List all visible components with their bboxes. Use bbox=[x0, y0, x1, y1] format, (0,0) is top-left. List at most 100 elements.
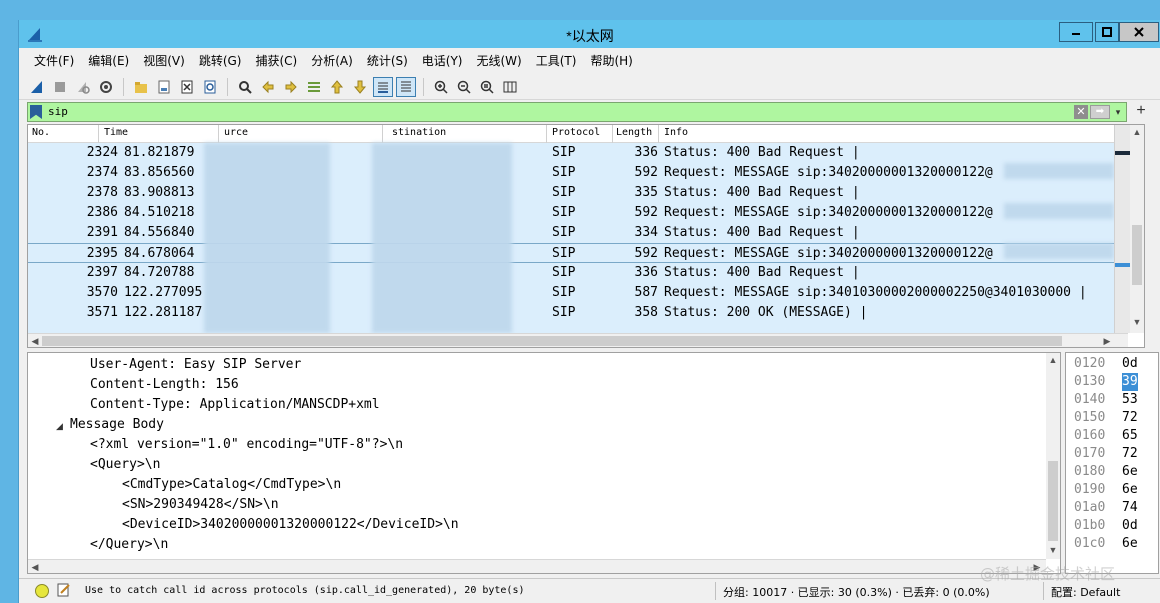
column-divider[interactable] bbox=[382, 125, 383, 143]
capture-comment-icon[interactable] bbox=[57, 583, 71, 597]
packet-row[interactable]: 2386 84.510218 SIP 592 Request: MESSAGE … bbox=[28, 203, 1114, 223]
tree-expanded-icon[interactable]: ◢ bbox=[56, 421, 63, 432]
detail-content-length[interactable]: Content-Length: 156 bbox=[90, 375, 239, 395]
close-button[interactable] bbox=[1119, 22, 1159, 42]
bytes-value[interactable]: 72 bbox=[1122, 445, 1138, 463]
detail-xml-line[interactable]: <DeviceID>34020000001320000122</DeviceID… bbox=[122, 515, 459, 535]
go-back-button[interactable] bbox=[258, 77, 278, 97]
save-file-button[interactable] bbox=[154, 77, 174, 97]
menu-help[interactable]: 帮助(H) bbox=[583, 52, 639, 69]
details-horizontal-scrollbar[interactable]: ◀ ▶ bbox=[28, 559, 1046, 573]
chevron-down-icon[interactable]: ▾ bbox=[1112, 105, 1124, 119]
bytes-value[interactable]: 0d bbox=[1122, 355, 1138, 373]
detail-xml-line[interactable]: <?xml version="1.0" encoding="UTF-8"?>\n bbox=[90, 435, 403, 455]
open-file-button[interactable] bbox=[131, 77, 151, 97]
detail-user-agent[interactable]: User-Agent: Easy SIP Server bbox=[90, 355, 301, 375]
scroll-up-icon[interactable]: ▲ bbox=[1130, 125, 1144, 139]
bytes-value[interactable]: 6e bbox=[1122, 535, 1138, 553]
minimize-button[interactable] bbox=[1059, 22, 1093, 42]
zoom-normal-button[interactable] bbox=[477, 77, 497, 97]
display-filter-bar[interactable]: sip ✕ ➡ ▾ bbox=[27, 102, 1127, 122]
profile-selector[interactable]: 配置: Default bbox=[1051, 584, 1120, 600]
packet-row[interactable]: 2374 83.856560 SIP 592 Request: MESSAGE … bbox=[28, 163, 1114, 183]
scroll-left-icon[interactable]: ◀ bbox=[28, 560, 42, 573]
packet-row[interactable]: 3570 122.277095 SIP 587 Request: MESSAGE… bbox=[28, 283, 1114, 303]
menu-edit[interactable]: 编辑(E) bbox=[81, 52, 136, 69]
colorize-button[interactable] bbox=[396, 76, 416, 97]
display-filter-input[interactable]: sip bbox=[48, 105, 68, 118]
bytes-value[interactable]: 65 bbox=[1122, 427, 1138, 445]
packet-row[interactable]: 2397 84.720788 SIP 336 Status: 400 Bad R… bbox=[28, 263, 1114, 283]
column-divider[interactable] bbox=[658, 125, 659, 143]
column-divider[interactable] bbox=[612, 125, 613, 143]
bytes-value-highlighted[interactable]: 39 bbox=[1122, 373, 1138, 391]
scroll-thumb[interactable] bbox=[42, 336, 1062, 346]
restart-capture-button[interactable] bbox=[73, 77, 93, 97]
scroll-left-icon[interactable]: ◀ bbox=[28, 334, 42, 347]
add-filter-button-plus-icon[interactable]: + bbox=[1131, 102, 1151, 122]
detail-xml-line[interactable]: </Query>\n bbox=[90, 535, 168, 555]
scroll-up-icon[interactable]: ▲ bbox=[1046, 353, 1060, 367]
bytes-value[interactable]: 53 bbox=[1122, 391, 1138, 409]
menu-go[interactable]: 跳转(G) bbox=[192, 52, 249, 69]
scroll-down-icon[interactable]: ▼ bbox=[1130, 315, 1144, 329]
packet-row[interactable]: 2378 83.908813 SIP 335 Status: 400 Bad R… bbox=[28, 183, 1114, 203]
detail-xml-line[interactable]: <Query>\n bbox=[90, 455, 160, 475]
clear-filter-icon[interactable]: ✕ bbox=[1074, 105, 1088, 119]
scroll-thumb[interactable] bbox=[1048, 461, 1058, 541]
column-header-time[interactable]: Time bbox=[104, 127, 128, 138]
menu-file[interactable]: 文件(F) bbox=[27, 52, 81, 69]
packet-row[interactable]: 2324 81.821879 SIP 336 Status: 400 Bad R… bbox=[28, 143, 1114, 163]
bytes-value[interactable]: 74 bbox=[1122, 499, 1138, 517]
column-header-no[interactable]: No. bbox=[32, 127, 50, 138]
bookmark-icon[interactable] bbox=[30, 105, 42, 119]
autoscroll-button[interactable] bbox=[373, 76, 393, 97]
stop-capture-button[interactable] bbox=[50, 77, 70, 97]
scroll-right-icon[interactable]: ▶ bbox=[1100, 334, 1114, 347]
bytes-value[interactable]: 6e bbox=[1122, 463, 1138, 481]
packet-row-selected[interactable]: 2395 84.678064 SIP 592 Request: MESSAGE … bbox=[28, 243, 1114, 263]
packet-list-vertical-scrollbar[interactable]: ▲ ▼ bbox=[1130, 125, 1144, 333]
column-header-info[interactable]: Info bbox=[664, 127, 688, 138]
details-vertical-scrollbar[interactable]: ▲ ▼ bbox=[1046, 353, 1060, 559]
first-packet-button[interactable] bbox=[327, 77, 347, 97]
expert-info-indicator-icon[interactable] bbox=[35, 584, 49, 598]
menu-telephony[interactable]: 电话(Y) bbox=[415, 52, 470, 69]
detail-xml-line[interactable]: <SN>290349428</SN>\n bbox=[122, 495, 279, 515]
scroll-down-icon[interactable]: ▼ bbox=[1046, 543, 1060, 557]
menu-statistics[interactable]: 统计(S) bbox=[360, 52, 415, 69]
menu-analyze[interactable]: 分析(A) bbox=[304, 52, 360, 69]
reload-file-button[interactable] bbox=[200, 77, 220, 97]
packet-list-horizontal-scrollbar[interactable]: ◀ ▶ bbox=[28, 333, 1128, 347]
packet-row[interactable]: 3571 122.281187 SIP 358 Status: 200 OK (… bbox=[28, 303, 1114, 323]
apply-filter-arrow-icon[interactable]: ➡ bbox=[1090, 105, 1110, 119]
maximize-button[interactable] bbox=[1095, 22, 1119, 42]
packet-row[interactable]: 2391 84.556840 SIP 334 Status: 400 Bad R… bbox=[28, 223, 1114, 243]
column-divider[interactable] bbox=[218, 125, 219, 143]
column-header-source[interactable]: urce bbox=[224, 127, 248, 138]
zoom-in-button[interactable] bbox=[431, 77, 451, 97]
title-bar[interactable]: *以太网 bbox=[19, 20, 1160, 48]
go-forward-button[interactable] bbox=[281, 77, 301, 97]
detail-message-body[interactable]: Message Body bbox=[70, 415, 164, 435]
column-divider[interactable] bbox=[98, 125, 99, 143]
last-packet-button[interactable] bbox=[350, 77, 370, 97]
packet-row-partial[interactable] bbox=[28, 323, 1114, 333]
menu-capture[interactable]: 捕获(C) bbox=[248, 52, 304, 69]
menu-tools[interactable]: 工具(T) bbox=[529, 52, 584, 69]
bytes-value[interactable]: 6e bbox=[1122, 481, 1138, 499]
capture-options-button[interactable] bbox=[96, 77, 116, 97]
bytes-value[interactable]: 72 bbox=[1122, 409, 1138, 427]
menu-wireless[interactable]: 无线(W) bbox=[470, 52, 529, 69]
column-header-destination[interactable]: stination bbox=[392, 127, 446, 138]
scroll-thumb[interactable] bbox=[1132, 225, 1142, 285]
start-capture-button[interactable] bbox=[27, 77, 47, 97]
column-header-length[interactable]: Length bbox=[616, 127, 652, 138]
bytes-value[interactable]: 0d bbox=[1122, 517, 1138, 535]
zoom-out-button[interactable] bbox=[454, 77, 474, 97]
close-file-button[interactable] bbox=[177, 77, 197, 97]
find-packet-button[interactable] bbox=[235, 77, 255, 97]
detail-content-type[interactable]: Content-Type: Application/MANSCDP+xml bbox=[90, 395, 380, 415]
column-header-protocol[interactable]: Protocol bbox=[552, 127, 600, 138]
menu-view[interactable]: 视图(V) bbox=[136, 52, 192, 69]
